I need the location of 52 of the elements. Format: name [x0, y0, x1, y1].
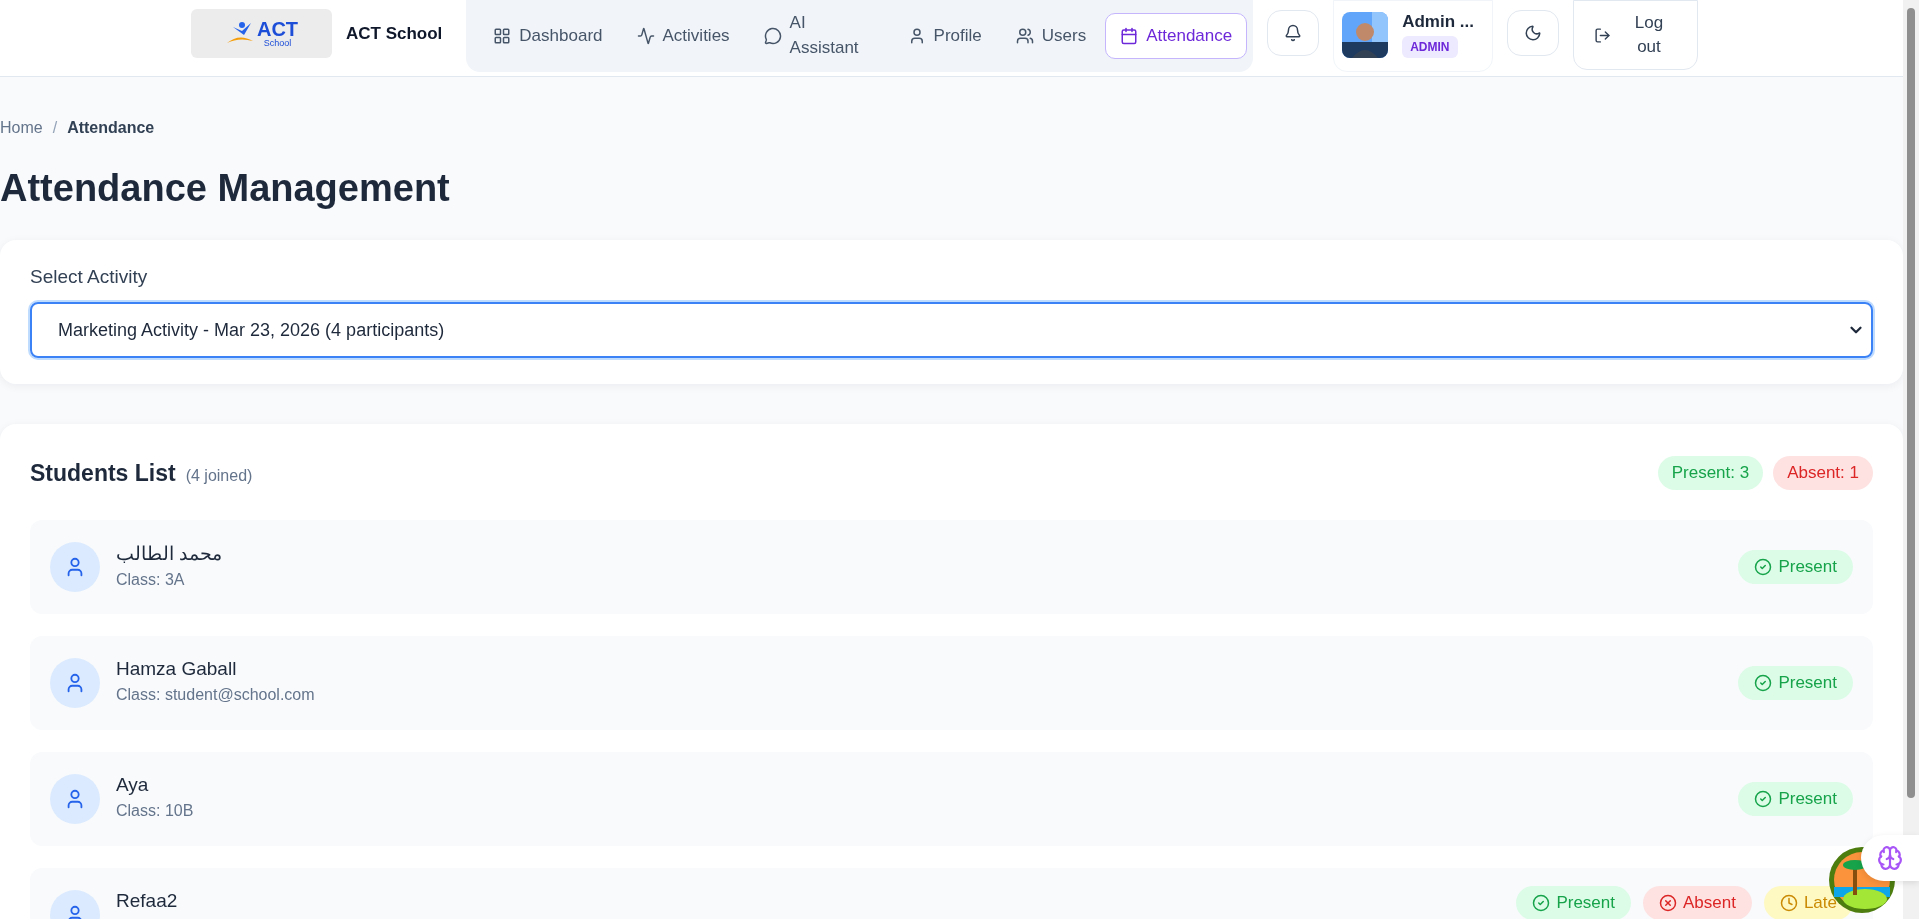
- nav-icon: [493, 27, 512, 45]
- status-icon: [1754, 674, 1773, 692]
- joined-count: (4 joined): [185, 466, 253, 485]
- status-icon: [1779, 894, 1798, 912]
- user-card[interactable]: Admin ... ADMIN: [1333, 0, 1493, 72]
- student-class: Class: 3A: [116, 571, 186, 589]
- nav-tab[interactable]: Activities: [621, 12, 745, 60]
- assistant-button[interactable]: [1861, 835, 1919, 881]
- nav-icon: [1015, 27, 1034, 45]
- student-class: Class: 10B: [116, 802, 195, 820]
- breadcrumb-separator: /: [52, 119, 58, 137]
- status-icon: [1754, 558, 1773, 576]
- page-title: Attendance Management: [0, 167, 451, 210]
- status-tag: Present: [1738, 782, 1853, 816]
- theme-toggle-button[interactable]: [1507, 10, 1559, 56]
- student-class: Class: student@school.com: [116, 686, 316, 704]
- bell-icon: [1284, 24, 1303, 42]
- brain-icon: [1877, 845, 1903, 871]
- nav-icon: [1120, 27, 1139, 45]
- scrollbar[interactable]: [1903, 0, 1919, 919]
- student-name: Aya: [116, 774, 150, 796]
- summary-count: Absent: 1: [1773, 456, 1873, 490]
- activity-select[interactable]: Marketing Activity - Mar 23, 2026 (4 participants): [30, 302, 1873, 358]
- status-tag: Present: [1738, 666, 1853, 700]
- student-name: Refaa2: [116, 890, 179, 912]
- breadcrumb-link[interactable]: Attendance: [67, 119, 155, 137]
- summary-count: Present: 3: [1657, 456, 1764, 490]
- nav-icon: [763, 27, 782, 45]
- logout-icon: [1594, 26, 1611, 44]
- student-name: Hamza Gaball: [116, 658, 238, 680]
- nav-icon: [636, 27, 655, 45]
- user-name: Admin ...: [1402, 12, 1474, 32]
- select-label: Select Activity: [30, 266, 149, 288]
- nav-tab[interactable]: Attendance: [1105, 12, 1248, 60]
- school-logo[interactable]: ACT School: [191, 9, 332, 58]
- logout-button[interactable]: Log out: [1573, 0, 1698, 70]
- role-tag: ADMIN: [1402, 36, 1458, 58]
- notifications-button[interactable]: [1267, 10, 1320, 56]
- status-tag: Present: [1738, 550, 1853, 584]
- school-name: ACT School: [346, 24, 443, 44]
- nav-tab[interactable]: Dashboard: [478, 12, 618, 60]
- mark-status-button[interactable]: Absent: [1642, 886, 1752, 919]
- moon-icon: [1524, 24, 1542, 42]
- status-icon: [1532, 894, 1551, 912]
- list-title: Students List: [30, 459, 176, 487]
- nav-tab[interactable]: Users: [1000, 12, 1102, 60]
- nav-tab[interactable]: Profile: [892, 12, 997, 60]
- student-name: محمد الطالب: [116, 542, 224, 565]
- status-icon: [1754, 790, 1773, 808]
- status-icon: [1658, 894, 1677, 912]
- breadcrumb-link[interactable]: Home: [0, 119, 43, 137]
- nav-tab[interactable]: AI Assistant: [748, 0, 889, 72]
